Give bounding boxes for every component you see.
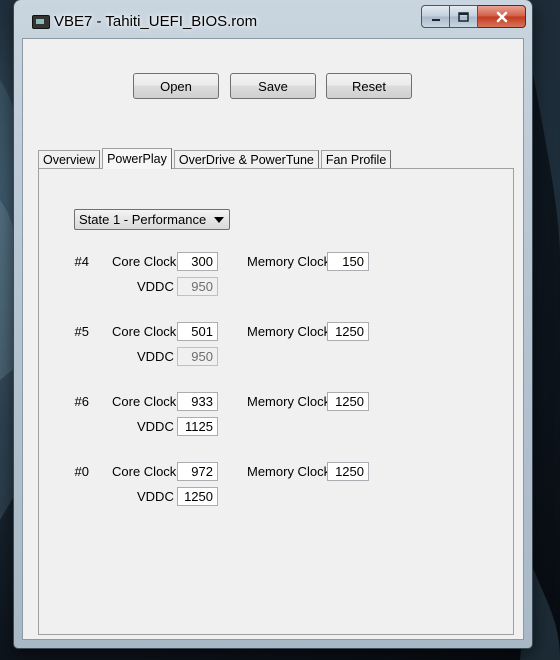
entry-index: #0 <box>74 464 89 479</box>
state-dropdown-value: State 1 - Performance <box>79 212 207 227</box>
vddc-label: VDDC <box>137 489 174 504</box>
core-clock-label: Core Clock <box>112 464 177 479</box>
close-button[interactable] <box>478 5 526 28</box>
memory-clock-label: Memory Clock <box>247 464 331 479</box>
reset-button[interactable]: Reset <box>326 73 412 99</box>
vddc-label: VDDC <box>137 349 174 364</box>
open-button[interactable]: Open <box>133 73 219 99</box>
state-dropdown[interactable]: State 1 - Performance <box>74 209 230 230</box>
app-window: VBE7 - Tahiti_UEFI_BIOS.rom Open Save Re… <box>14 0 532 648</box>
core-clock-field[interactable]: 933 <box>177 392 218 411</box>
chevron-down-icon <box>214 217 224 223</box>
minimize-icon <box>431 18 440 21</box>
core-clock-label: Core Clock <box>112 394 177 409</box>
tab-powerplay[interactable]: PowerPlay <box>102 148 172 169</box>
entry-index: #6 <box>74 394 89 409</box>
maximize-button[interactable] <box>450 5 478 28</box>
app-icon <box>32 15 50 29</box>
title-bar[interactable]: VBE7 - Tahiti_UEFI_BIOS.rom <box>14 0 532 38</box>
tab-strip: Overview PowerPlay OverDrive & PowerTune… <box>38 148 393 169</box>
memory-clock-label: Memory Clock <box>247 254 331 269</box>
core-clock-field[interactable]: 972 <box>177 462 218 481</box>
tab-overview[interactable]: Overview <box>38 150 101 169</box>
vddc-label: VDDC <box>137 419 174 434</box>
vddc-field: 950 <box>177 277 218 296</box>
window-title: VBE7 - Tahiti_UEFI_BIOS.rom <box>54 13 258 30</box>
vddc-label: VDDC <box>137 279 174 294</box>
core-clock-field[interactable]: 300 <box>177 252 218 271</box>
core-clock-field[interactable]: 501 <box>177 322 218 341</box>
close-icon <box>496 11 507 22</box>
minimize-button[interactable] <box>421 5 450 28</box>
vddc-field[interactable]: 1250 <box>177 487 218 506</box>
memory-clock-label: Memory Clock <box>247 394 331 409</box>
save-button[interactable]: Save <box>230 73 316 99</box>
entry-index: #4 <box>74 254 89 269</box>
tab-overdrive-powertune[interactable]: OverDrive & PowerTune <box>173 150 319 169</box>
maximize-icon <box>458 11 469 22</box>
memory-clock-field[interactable]: 1250 <box>327 462 369 481</box>
core-clock-label: Core Clock <box>112 324 177 339</box>
memory-clock-field[interactable]: 1250 <box>327 392 369 411</box>
client-area: Open Save Reset Overview PowerPlay OverD… <box>22 38 524 640</box>
powerplay-panel: State 1 - Performance #4 Core Clock 300 … <box>38 168 514 635</box>
memory-clock-label: Memory Clock <box>247 324 331 339</box>
tab-fan-profile[interactable]: Fan Profile <box>320 150 392 169</box>
memory-clock-field[interactable]: 1250 <box>327 322 369 341</box>
entry-index: #5 <box>74 324 89 339</box>
memory-clock-field[interactable]: 150 <box>327 252 369 271</box>
core-clock-label: Core Clock <box>112 254 177 269</box>
vddc-field[interactable]: 1125 <box>177 417 218 436</box>
vddc-field: 950 <box>177 347 218 366</box>
caption-buttons <box>421 5 526 28</box>
